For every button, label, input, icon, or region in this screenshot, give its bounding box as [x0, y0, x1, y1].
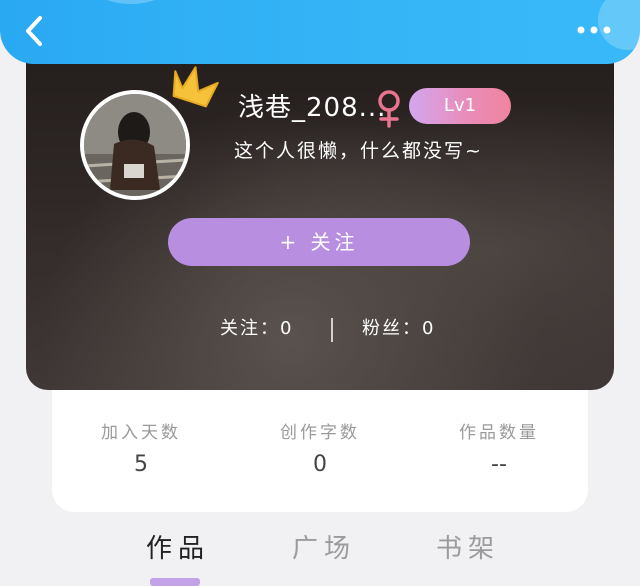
more-horizontal-icon	[577, 26, 611, 34]
stat-label: 作品数量	[459, 423, 539, 443]
fans-count[interactable]: 粉丝：0	[362, 314, 435, 344]
more-options-button[interactable]	[574, 20, 614, 40]
stat-label: 加入天数	[101, 423, 181, 443]
follow-button[interactable]: + 关注	[168, 218, 470, 266]
profile-card: 浅巷_208... Lv1 这个人很懒，什么都没写~ + 关注 关注：0 粉丝：…	[26, 40, 614, 390]
decorative-bubble	[96, 0, 166, 4]
top-app-bar	[0, 0, 640, 64]
stat-works-count: 作品数量 --	[424, 420, 574, 480]
back-button[interactable]	[18, 14, 52, 48]
stat-join-days: 加入天数 5	[66, 420, 216, 480]
stat-word-count: 创作字数 0	[245, 420, 395, 480]
stat-value: 5	[134, 452, 148, 477]
username: 浅巷_208...	[238, 93, 387, 123]
tab-bookshelf[interactable]: 书架	[436, 528, 500, 570]
crown-icon	[172, 66, 219, 108]
level-badge: Lv1	[409, 88, 511, 124]
stat-label: 创作字数	[280, 423, 360, 443]
tab-works[interactable]: 作品	[146, 528, 210, 570]
stats-divider	[331, 318, 333, 342]
active-tab-indicator	[150, 578, 200, 586]
tab-square[interactable]: 广场	[292, 528, 356, 570]
chevron-left-icon	[26, 16, 42, 46]
bio-text: 这个人很懒，什么都没写~	[234, 140, 483, 162]
following-count[interactable]: 关注：0	[220, 314, 293, 344]
stat-value: 0	[313, 452, 327, 477]
stats-card: 加入天数 5 创作字数 0 作品数量 --	[52, 372, 588, 512]
female-icon	[378, 90, 400, 128]
avatar-image	[84, 94, 186, 196]
stat-value: --	[491, 452, 507, 477]
